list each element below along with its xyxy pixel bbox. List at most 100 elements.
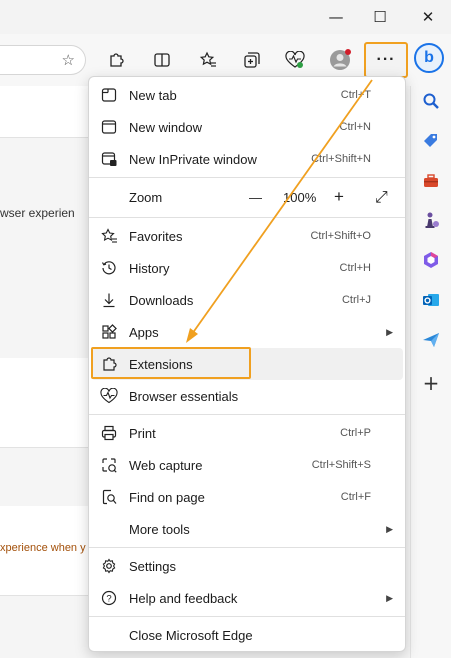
extensions-highlight-box <box>91 347 251 379</box>
page-card <box>0 358 90 448</box>
puzzle-icon <box>110 53 124 67</box>
sidebar-shopping-button[interactable] <box>420 130 442 152</box>
menu-item-label: New InPrivate window <box>129 151 257 167</box>
maximize-button[interactable]: ☐ <box>362 0 398 34</box>
chevron-right-icon: ▶ <box>386 592 393 603</box>
zoom-out-button[interactable]: — <box>249 190 262 205</box>
toolbox-icon <box>424 174 438 187</box>
apps-icon <box>99 322 119 342</box>
menu-item-history[interactable]: History Ctrl+H <box>89 252 405 284</box>
send-plane-icon <box>423 333 439 347</box>
menu-item-help-and-feedback[interactable]: ? Help and feedback ▶ <box>89 582 405 614</box>
print-icon <box>99 423 119 443</box>
microsoft365-icon <box>424 252 438 268</box>
menu-item-new-window[interactable]: New window Ctrl+N <box>89 111 405 143</box>
menu-item-favorites[interactable]: Favorites Ctrl+Shift+O <box>89 220 405 252</box>
menu-item-label: Favorites <box>129 228 183 244</box>
minimize-icon: — <box>328 8 344 26</box>
chevron-right-icon: ▶ <box>386 326 393 337</box>
menu-item-shortcut: Ctrl+Shift+S <box>311 459 371 471</box>
web-capture-icon <box>99 455 119 475</box>
menu-item-web-capture[interactable]: Web capture Ctrl+Shift+S <box>89 449 405 481</box>
chevron-right-icon: ▶ <box>386 523 393 534</box>
menu-item-find-on-page[interactable]: Find on page Ctrl+F <box>89 481 405 513</box>
extensions-toolbar-button[interactable] <box>104 48 128 72</box>
favorites-star-icon <box>199 51 216 67</box>
menu-item-apps[interactable]: Apps ▶ <box>89 316 405 348</box>
collections-button[interactable] <box>240 48 264 72</box>
chess-piece-icon <box>425 212 439 228</box>
avatar <box>330 49 351 70</box>
address-bar[interactable]: ☆ <box>0 45 86 75</box>
profile-button[interactable] <box>328 48 352 72</box>
menu-item-label: Web capture <box>129 457 203 473</box>
heart-pulse-icon <box>285 51 305 68</box>
menu-item-label: Find on page <box>129 489 205 505</box>
menu-item-shortcut: Ctrl+F <box>340 491 371 503</box>
bing-icon: b <box>424 49 434 66</box>
menu-divider <box>89 177 405 178</box>
split-screen-button[interactable] <box>150 48 174 72</box>
favorites-icon <box>99 226 119 246</box>
browser-essentials-button[interactable] <box>283 48 307 72</box>
collections-icon <box>244 52 260 68</box>
svg-text:?: ? <box>106 594 111 605</box>
bing-copilot-button[interactable]: b <box>414 43 444 73</box>
zoom-in-button[interactable]: + <box>334 187 344 207</box>
menu-item-label: History <box>129 260 170 276</box>
menu-divider <box>89 217 405 218</box>
menu-item-label: Settings <box>129 558 176 574</box>
settings-icon <box>99 556 119 576</box>
browser-window: — ☐ ✕ ☆ ··· b wser experien xperience wh… <box>0 0 451 658</box>
sidebar-outlook-button[interactable] <box>420 289 442 311</box>
menu-item-shortcut: Ctrl+T <box>340 89 371 101</box>
menu-item-label: Downloads <box>129 292 194 308</box>
sidebar-games-button[interactable] <box>420 209 442 231</box>
menu-item-close-microsoft-edge[interactable]: Close Microsoft Edge <box>89 619 405 651</box>
sidebar-add-button[interactable]: + <box>420 371 442 395</box>
menu-item-new-tab[interactable]: New tab Ctrl+T <box>89 79 405 111</box>
maximize-icon: ☐ <box>373 8 387 26</box>
menu-item-label: New tab <box>129 87 177 103</box>
search-icon <box>423 93 439 109</box>
menu-item-label: Help and feedback <box>129 590 238 606</box>
title-bar: — ☐ ✕ <box>0 0 451 34</box>
more-icon: ··· <box>376 51 396 68</box>
menu-divider <box>89 616 405 617</box>
menu-item-label: More tools <box>129 521 190 537</box>
sidebar-tools-button[interactable] <box>420 170 442 192</box>
page-text-snippet: xperience when y <box>0 542 86 554</box>
new-window-icon <box>99 117 119 137</box>
minimize-button[interactable]: — <box>318 0 354 34</box>
star-icon[interactable]: ☆ <box>62 51 75 69</box>
menu-item-shortcut: Ctrl+N <box>339 121 371 133</box>
menu-item-zoom: Zoom — 100% + ⤢ <box>89 181 405 213</box>
menu-divider <box>89 547 405 548</box>
outlook-icon <box>423 294 439 306</box>
sidebar-drop-button[interactable] <box>420 329 442 351</box>
inprivate-icon <box>99 149 119 169</box>
sidebar-search-button[interactable] <box>420 90 442 112</box>
menu-item-downloads[interactable]: Downloads Ctrl+J <box>89 284 405 316</box>
close-icon: ✕ <box>421 8 435 26</box>
close-window-button[interactable]: ✕ <box>410 0 446 34</box>
menu-item-browser-essentials[interactable]: Browser essentials <box>89 380 405 412</box>
menu-item-settings[interactable]: Settings <box>89 550 405 582</box>
sidebar-microsoft365-button[interactable] <box>420 249 442 271</box>
split-screen-icon <box>154 53 170 67</box>
menu-item-more-tools[interactable]: More tools ▶ <box>89 513 405 545</box>
menu-item-shortcut: Ctrl+Shift+N <box>311 153 371 165</box>
fullscreen-button[interactable]: ⤢ <box>375 187 388 207</box>
heartbeat-icon <box>99 386 119 406</box>
menu-item-shortcut: Ctrl+P <box>340 427 371 439</box>
favorites-button[interactable] <box>196 48 220 72</box>
page-text-snippet: wser experien <box>0 206 75 220</box>
zoom-level: 100% <box>283 189 317 205</box>
menu-divider <box>89 414 405 415</box>
menu-item-new-inprivate-window[interactable]: New InPrivate window Ctrl+Shift+N <box>89 143 405 175</box>
find-icon <box>99 487 119 507</box>
menu-item-print[interactable]: Print Ctrl+P <box>89 417 405 449</box>
page-card <box>0 86 90 138</box>
plus-icon: + <box>422 371 440 395</box>
settings-and-more-button[interactable]: ··· <box>364 42 408 78</box>
